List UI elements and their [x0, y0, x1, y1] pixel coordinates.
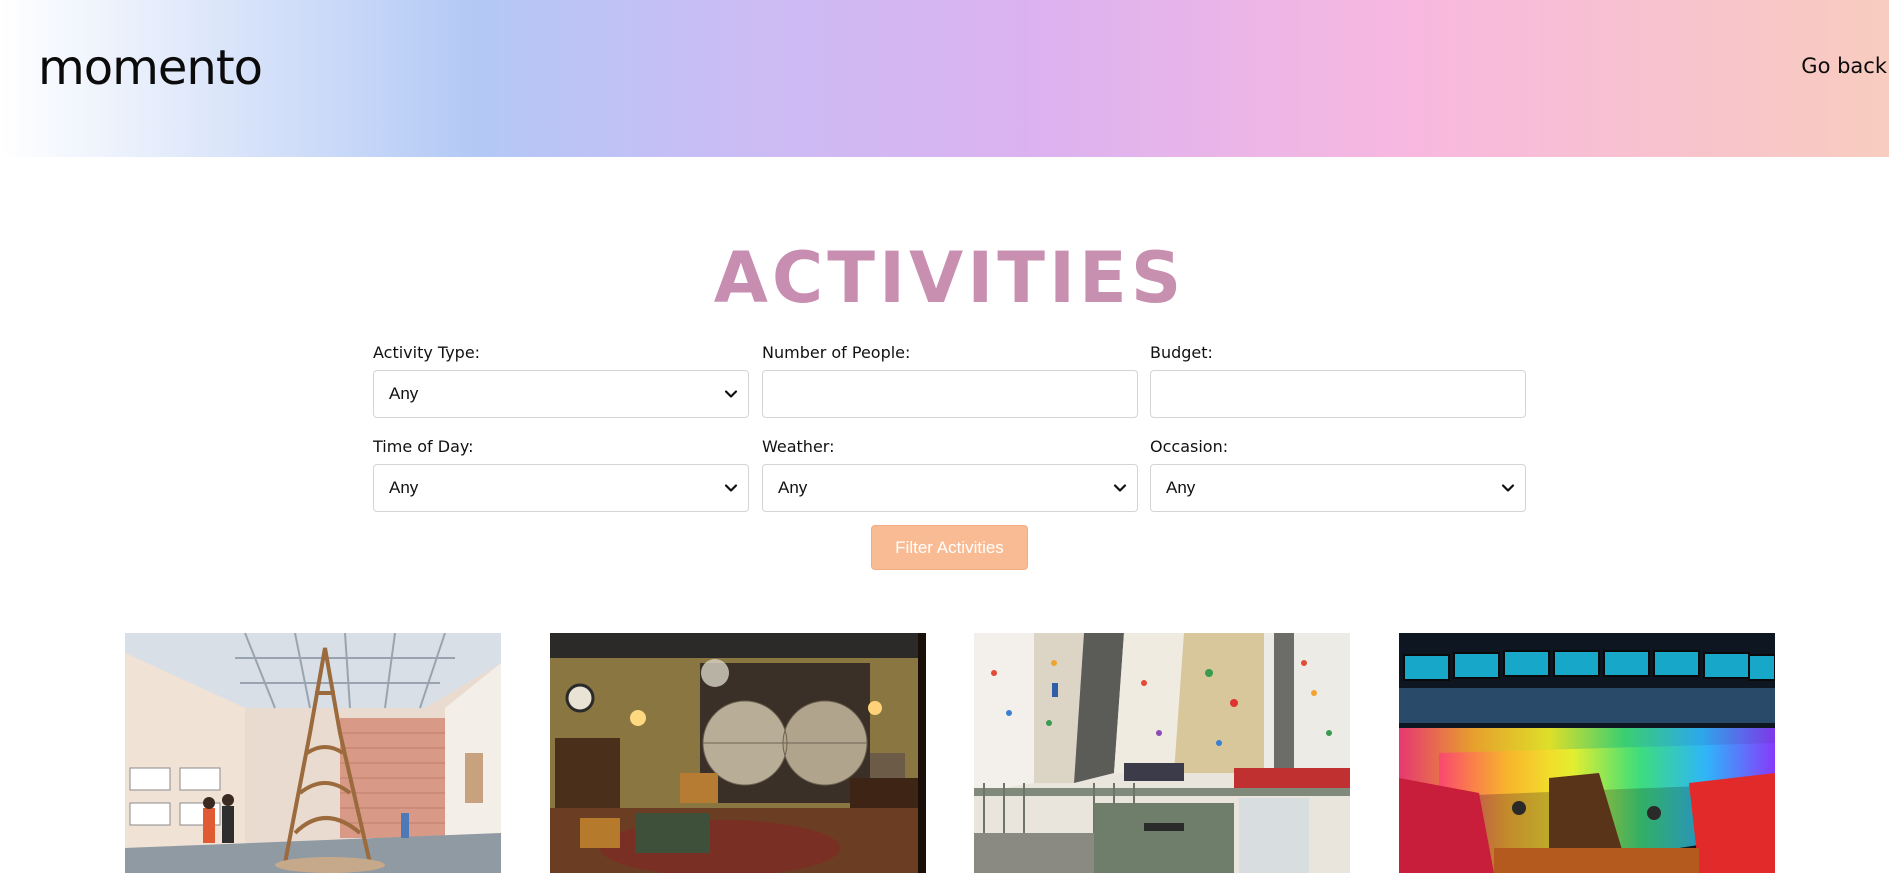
bowling-alley-image	[1399, 633, 1775, 873]
budget-label: Budget:	[1150, 343, 1213, 362]
chevron-down-icon	[724, 484, 738, 492]
time-of-day-value: Any	[389, 478, 419, 497]
activity-type-label: Activity Type:	[373, 343, 481, 362]
occasion-select[interactable]: Any	[1150, 464, 1526, 512]
occasion-label: Occasion:	[1150, 437, 1229, 456]
weather-field: Weather: Any	[762, 436, 1138, 512]
activity-card-escape-room[interactable]	[550, 633, 926, 873]
page-title: ACTIVITIES	[0, 236, 1889, 320]
activity-card-museum[interactable]	[125, 633, 501, 873]
budget-field: Budget:	[1150, 342, 1526, 418]
weather-value: Any	[778, 478, 808, 497]
time-of-day-label: Time of Day:	[373, 437, 474, 456]
chevron-down-icon	[724, 390, 738, 398]
budget-input[interactable]	[1150, 370, 1526, 418]
museum-gallery-image	[125, 633, 501, 873]
number-of-people-label: Number of People:	[762, 343, 911, 362]
logo[interactable]: momento	[38, 38, 263, 98]
number-of-people-input[interactable]	[762, 370, 1138, 418]
time-of-day-select[interactable]: Any	[373, 464, 749, 512]
activity-type-value: Any	[389, 384, 419, 403]
activity-card-climbing[interactable]	[974, 633, 1350, 873]
filter-activities-button[interactable]: Filter Activities	[871, 525, 1028, 570]
weather-label: Weather:	[762, 437, 835, 456]
go-back-link[interactable]: Go back	[1801, 54, 1887, 78]
number-of-people-field: Number of People:	[762, 342, 1138, 418]
occasion-field: Occasion: Any	[1150, 436, 1526, 512]
escape-room-image	[550, 633, 926, 873]
time-of-day-field: Time of Day: Any	[373, 436, 749, 512]
chevron-down-icon	[1501, 484, 1515, 492]
top-banner: momento Go back	[0, 0, 1889, 157]
chevron-down-icon	[1113, 484, 1127, 492]
activity-type-field: Activity Type: Any	[373, 342, 749, 418]
activity-type-select[interactable]: Any	[373, 370, 749, 418]
climbing-gym-image	[974, 633, 1350, 873]
occasion-value: Any	[1166, 478, 1196, 497]
weather-select[interactable]: Any	[762, 464, 1138, 512]
activity-card-bowling[interactable]	[1399, 633, 1775, 873]
